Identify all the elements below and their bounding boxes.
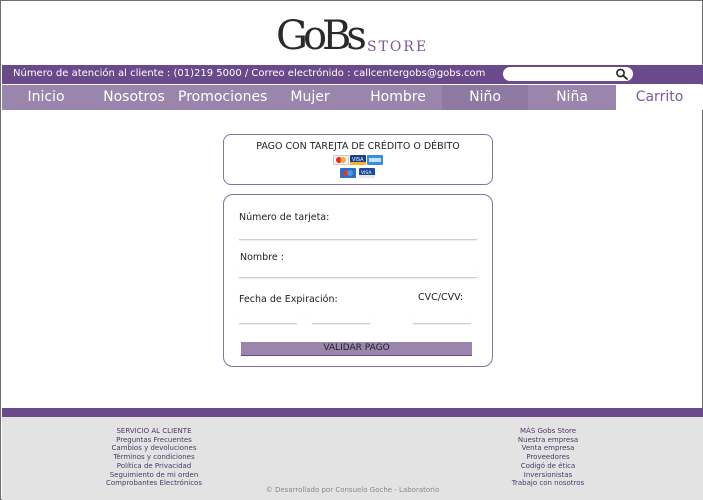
expiry-label: Fecha de Expiración: <box>239 294 338 305</box>
mastercard-icon <box>333 155 349 165</box>
amex-icon <box>367 155 383 165</box>
footer-customer-service: SERVICIO AL CLIENTE Preguntas Frecuentes… <box>102 427 206 488</box>
payment-title: PAGO CON TAREJTA DE CRÉDITO O DÉBITO <box>256 141 460 152</box>
footer-divider <box>2 408 703 417</box>
footer-link[interactable]: MÁS Gobs Store <box>504 427 592 436</box>
contact-bar: Número de atención al cliente : (01)219 … <box>2 65 703 84</box>
store-logo[interactable]: GoBs STORE <box>276 13 436 59</box>
nav-item-promociones[interactable]: Promociones <box>178 85 267 110</box>
payment-header-card: PAGO CON TAREJTA DE CRÉDITO O DÉBITO VIS… <box>223 134 493 185</box>
card-number-field[interactable] <box>239 230 477 240</box>
footer-link[interactable]: Inversionistas <box>504 471 592 480</box>
validate-payment-button[interactable]: VALIDAR PAGO <box>241 342 472 356</box>
search-input[interactable] <box>503 67 633 81</box>
footer-more-gobs: MÁS Gobs Store Nuestra empresa Venta emp… <box>504 427 592 488</box>
footer-link[interactable]: Codigó de ética <box>504 462 592 471</box>
name-label: Nombre : <box>240 252 284 263</box>
nav-item-mujer[interactable]: Mujer <box>266 85 354 110</box>
page-frame: GoBs STORE Número de atención al cliente… <box>0 0 703 500</box>
nav-item-nosotros[interactable]: Nosotros <box>90 85 178 110</box>
nav-item-nino[interactable]: Niño <box>442 85 528 110</box>
card-logos: VISA VISA <box>332 155 384 181</box>
nav-item-nina[interactable]: Niña <box>528 85 616 110</box>
cvc-field[interactable] <box>413 314 471 324</box>
footer-link[interactable]: Preguntas Frecuentes <box>102 436 206 445</box>
maestro-icon <box>340 168 356 178</box>
footer-link[interactable]: Proveedores <box>504 453 592 462</box>
expiry-year-field[interactable] <box>312 314 370 324</box>
main-nav: Inicio Nosotros Promociones Mujer Hombre… <box>2 85 703 110</box>
logo-store-text: STORE <box>367 39 429 55</box>
search-icon[interactable] <box>615 68 629 80</box>
visa-electron-icon: VISA <box>359 168 375 178</box>
logo-mark: GoBs <box>276 13 367 59</box>
name-field[interactable] <box>239 268 477 278</box>
svg-text:VISA: VISA <box>352 157 364 163</box>
nav-item-hombre[interactable]: Hombre <box>354 85 442 110</box>
card-number-label: Número de tarjeta: <box>239 212 330 223</box>
footer-link[interactable]: SERVICIO AL CLIENTE <box>102 427 206 436</box>
footer-link[interactable]: Venta empresa <box>504 444 592 453</box>
nav-item-inicio[interactable]: Inicio <box>2 85 90 110</box>
footer-link[interactable]: Términos y condiciones <box>102 453 206 462</box>
footer-link[interactable]: Cambios y devoluciones <box>102 444 206 453</box>
copyright-text: © Desarrollado por Consuelo Goche - Labo… <box>265 486 440 494</box>
footer-link[interactable]: Nuestra empresa <box>504 436 592 445</box>
contact-info: Número de atención al cliente : (01)219 … <box>13 68 486 79</box>
footer: SERVICIO AL CLIENTE Preguntas Frecuentes… <box>2 417 703 500</box>
nav-item-carrito[interactable]: Carrito <box>616 85 703 110</box>
footer-link[interactable]: Política de Privacidad <box>102 462 206 471</box>
footer-link[interactable]: Seguimiento de mi orden <box>102 471 206 480</box>
cvc-label: CVC/CVV: <box>418 292 464 303</box>
payment-form: Número de tarjeta: Nombre : Fecha de Exp… <box>223 194 493 367</box>
svg-text:VISA: VISA <box>361 170 372 176</box>
visa-icon: VISA <box>350 155 366 165</box>
expiry-month-field[interactable] <box>239 314 297 324</box>
